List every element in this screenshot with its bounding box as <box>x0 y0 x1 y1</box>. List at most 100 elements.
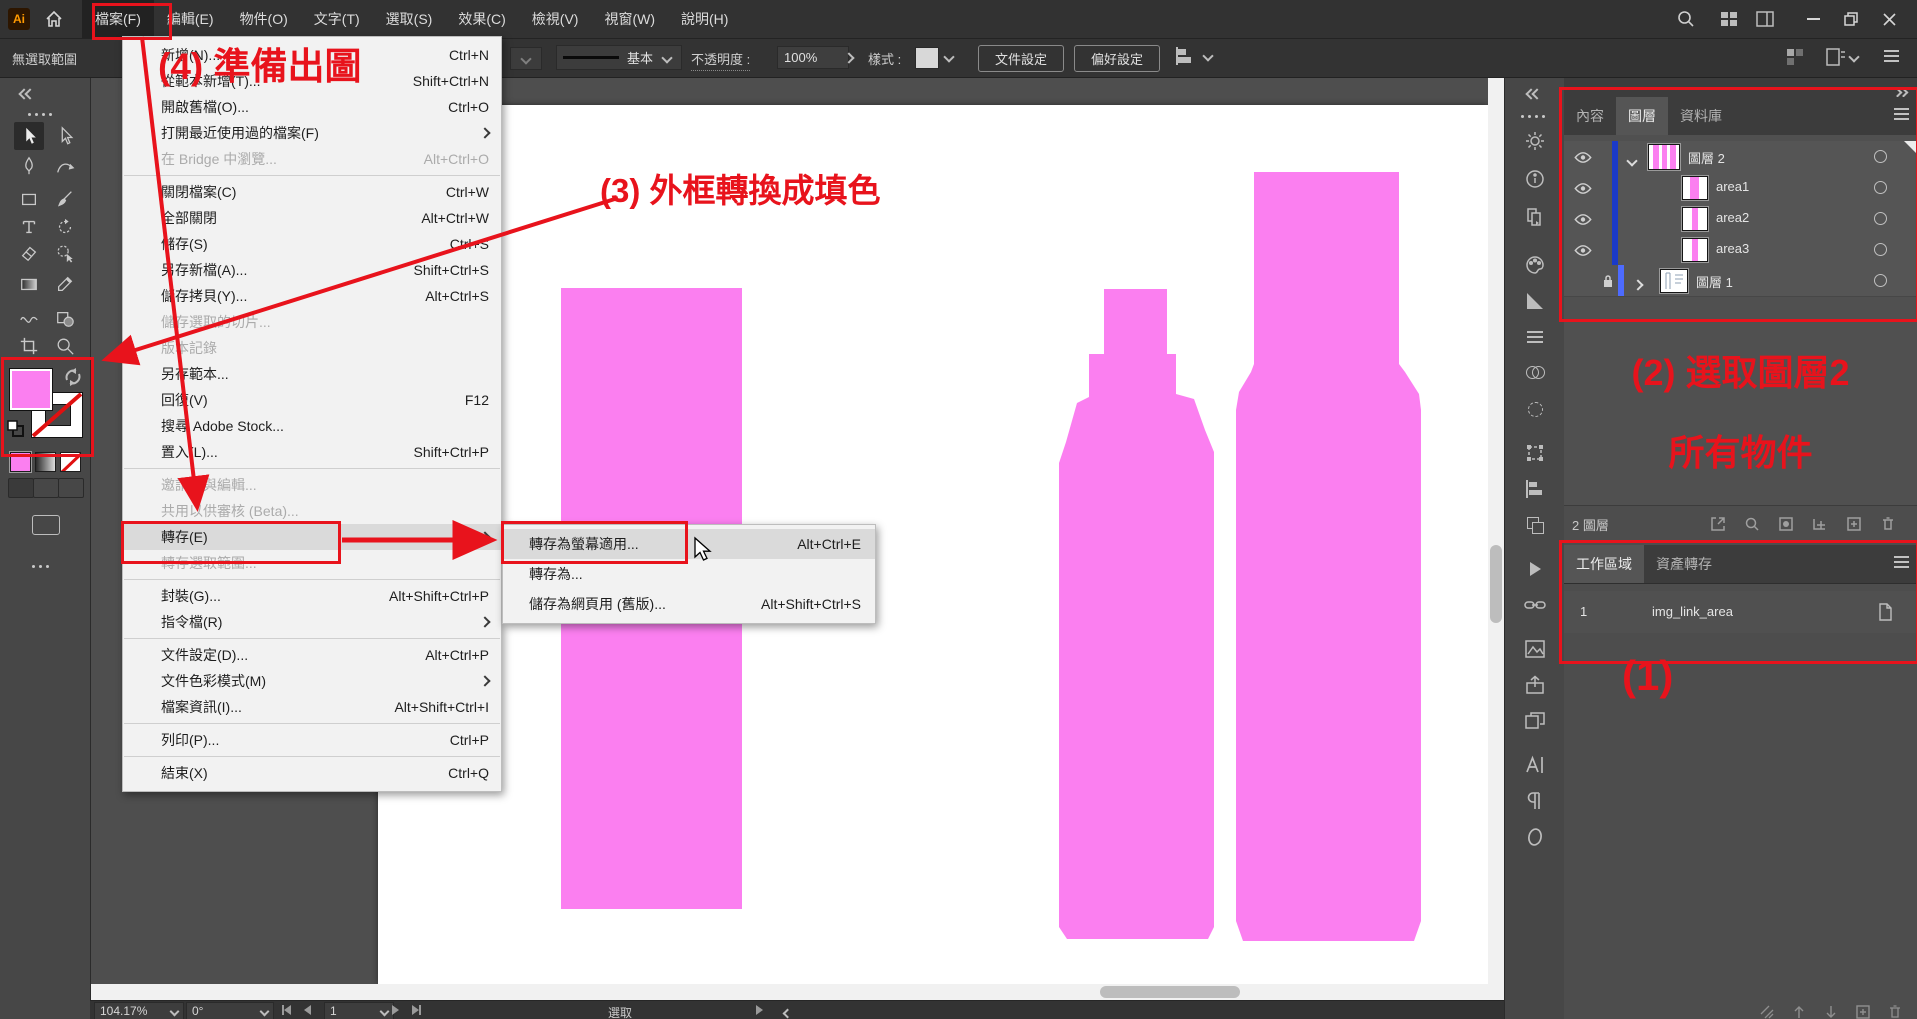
layer-target-circle[interactable] <box>1874 243 1887 256</box>
visibility-eye-icon[interactable] <box>1574 244 1592 259</box>
layer-thumbnail[interactable] <box>1682 207 1708 231</box>
menu-item-file-info[interactable]: 檔案資訊(I)...Alt+Shift+Ctrl+I <box>123 694 501 720</box>
menu-item-close[interactable]: 關閉檔案(C)Ctrl+W <box>123 179 501 205</box>
new-sublayer-icon[interactable] <box>1812 516 1828 537</box>
curvature-tool[interactable] <box>50 152 80 180</box>
clipping-mask-icon[interactable] <box>1778 516 1794 537</box>
variable-width-dropdown[interactable] <box>510 47 542 70</box>
menu-item-save-a-copy[interactable]: 儲存拷貝(Y)...Alt+Ctrl+S <box>123 283 501 309</box>
expand-panels-icon[interactable] <box>1527 85 1541 103</box>
shared-view-icon[interactable] <box>1786 48 1804 71</box>
align-icon[interactable] <box>1523 477 1547 501</box>
visibility-eye-icon[interactable] <box>1574 182 1592 197</box>
menu-item-save-as[interactable]: 另存新檔(A)...Shift+Ctrl+S <box>123 257 501 283</box>
transform-icon[interactable] <box>1523 441 1547 465</box>
asset-export-icon[interactable] <box>1523 673 1547 697</box>
move-down-icon[interactable] <box>1824 1005 1838 1019</box>
workspace-switcher[interactable] <box>1826 48 1858 66</box>
previous-artboard-button[interactable] <box>304 1005 311 1015</box>
menu-item-exit[interactable]: 結束(X)Ctrl+Q <box>123 760 501 786</box>
swap-fill-stroke-icon[interactable] <box>64 368 82 391</box>
color-mode-none-button[interactable] <box>60 452 81 472</box>
layer-name[interactable]: 圖層 2 <box>1688 148 1725 167</box>
edit-toolbar-icon[interactable] <box>30 555 51 573</box>
tab-asset-export[interactable]: 資產轉存 <box>1644 545 1724 583</box>
gradient-icon[interactable] <box>1523 289 1547 313</box>
visibility-eye-icon[interactable] <box>1574 213 1592 228</box>
lock-icon[interactable] <box>1602 274 1614 291</box>
menu-item-document-setup[interactable]: 文件設定(D)...Alt+Ctrl+P <box>123 642 501 668</box>
layer-row-area3[interactable]: area3 <box>1564 234 1917 266</box>
direct-selection-tool[interactable] <box>50 122 80 150</box>
new-artboard-icon[interactable] <box>1856 1005 1870 1019</box>
style-swatch[interactable] <box>915 47 939 69</box>
tab-artboards[interactable]: 工作區域 <box>1564 545 1644 583</box>
strip-drag-handle[interactable] <box>1519 105 1547 123</box>
artboard-tool[interactable] <box>14 332 44 360</box>
info-icon[interactable] <box>1523 167 1547 191</box>
type-tool[interactable] <box>14 213 44 241</box>
menu-item-revert[interactable]: 回復(V)F12 <box>123 387 501 413</box>
tab-layers[interactable]: 圖層 <box>1616 97 1668 135</box>
style-dropdown-arrow[interactable] <box>940 47 958 67</box>
horizontal-scrollbar-thumb[interactable] <box>1100 986 1240 998</box>
menu-file[interactable]: 檔案(F) <box>82 0 154 38</box>
control-bar-menu-icon[interactable] <box>1884 55 1899 57</box>
actions-icon[interactable] <box>1523 557 1547 581</box>
layer-thumbnail[interactable] <box>1660 269 1688 293</box>
draw-inside-button[interactable] <box>58 478 84 498</box>
preferences-button[interactable]: 偏好設定 <box>1074 45 1160 72</box>
submenu-item-export-as[interactable]: 轉存為... <box>503 559 875 589</box>
color-icon[interactable] <box>1523 253 1547 277</box>
menu-edit[interactable]: 編輯(E) <box>154 0 227 38</box>
workspace-grid-icon[interactable] <box>1720 11 1738 32</box>
selection-tool[interactable] <box>14 122 44 150</box>
character-icon[interactable] <box>1523 753 1547 777</box>
pen-tool[interactable] <box>14 152 44 180</box>
shape-builder-tool[interactable] <box>50 305 80 333</box>
menu-item-export[interactable]: 轉存(E) <box>123 524 501 550</box>
paragraph-icon[interactable] <box>1523 789 1547 813</box>
vertical-scrollbar-thumb[interactable] <box>1490 545 1502 623</box>
menu-item-close-all[interactable]: 全部關閉Alt+Ctrl+W <box>123 205 501 231</box>
menu-item-open[interactable]: 開啟舊檔(O)...Ctrl+O <box>123 94 501 120</box>
layer-target-circle[interactable] <box>1874 212 1887 225</box>
align-options-dropdown[interactable] <box>1176 47 1212 65</box>
visibility-eye-icon[interactable] <box>1574 151 1592 166</box>
layer-name[interactable]: area3 <box>1716 241 1749 256</box>
submenu-item-save-for-web-legacy[interactable]: 儲存為網頁用 (舊版)...Alt+Shift+Ctrl+S <box>503 589 875 619</box>
locate-object-icon[interactable] <box>1744 516 1760 537</box>
layer-target-circle[interactable] <box>1874 150 1887 163</box>
menu-effect[interactable]: 效果(C) <box>445 0 518 38</box>
artboards-panel-menu-icon[interactable] <box>1894 561 1909 563</box>
draw-normal-button[interactable] <box>8 478 34 498</box>
draw-behind-button[interactable] <box>33 478 59 498</box>
opacity-label[interactable]: 不透明度 : <box>691 49 750 71</box>
artboard-navigation-dropdown[interactable]: 1 <box>324 1002 394 1019</box>
menu-type[interactable]: 文字(T) <box>301 0 373 38</box>
menu-object[interactable]: 物件(O) <box>227 0 301 38</box>
status-chevron-left-icon[interactable] <box>784 1006 791 1019</box>
expand-chevron-right-icon[interactable] <box>1634 277 1642 292</box>
layer-row-layer1[interactable]: 圖層 1 <box>1564 265 1917 297</box>
layer-target-circle[interactable] <box>1874 274 1887 287</box>
artboard-page-icon[interactable] <box>1876 603 1894 624</box>
status-flyout-arrow[interactable] <box>756 1005 763 1015</box>
links-icon[interactable] <box>1523 593 1547 617</box>
artboards-icon[interactable] <box>1523 709 1547 733</box>
resize-icon[interactable] <box>1760 1005 1774 1019</box>
menu-item-search-adobe-stock[interactable]: 搜尋 Adobe Stock... <box>123 413 501 439</box>
horizontal-scrollbar[interactable] <box>90 984 1504 1000</box>
toolbar-drag-handle[interactable] <box>26 103 54 121</box>
layer-row-area1[interactable]: area1 <box>1564 172 1917 204</box>
gradient-tool[interactable] <box>14 270 44 298</box>
restore-button[interactable] <box>1834 2 1868 36</box>
paintbrush-tool[interactable] <box>50 185 80 213</box>
delete-artboard-icon[interactable] <box>1888 1005 1902 1019</box>
new-layer-icon[interactable] <box>1846 516 1862 537</box>
zoom-tool[interactable] <box>50 332 80 360</box>
opacity-expand-arrow[interactable] <box>840 46 858 69</box>
menu-item-save-as-template[interactable]: 另存範本... <box>123 361 501 387</box>
close-button[interactable] <box>1872 2 1906 36</box>
submenu-item-export-for-screens[interactable]: 轉存為螢幕適用...Alt+Ctrl+E <box>503 529 875 559</box>
